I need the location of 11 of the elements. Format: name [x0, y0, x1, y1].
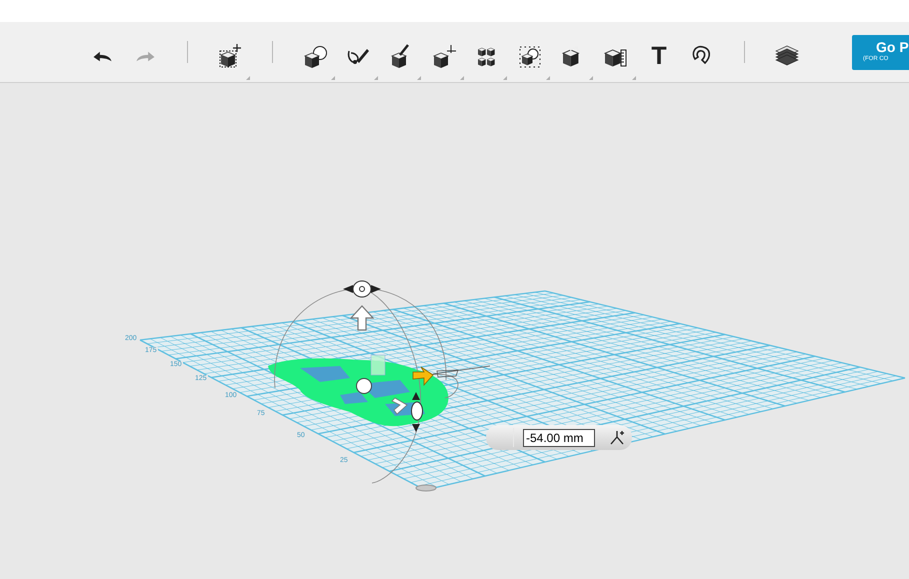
center-handle-icon: [356, 378, 372, 394]
text-tool-button[interactable]: T: [639, 31, 679, 81]
undo-icon: [92, 50, 112, 62]
grid-origin-icon: [416, 484, 436, 492]
right-arrow-icon: [412, 366, 434, 386]
redo-icon: [136, 50, 154, 62]
up-arrow-icon: [350, 305, 374, 331]
chevron-icon: [391, 398, 408, 415]
axis-pin-icon[interactable]: [609, 430, 625, 446]
axis-line-drawing: [432, 366, 490, 378]
distance-input-field[interactable]: -54.00 mm: [523, 428, 595, 446]
